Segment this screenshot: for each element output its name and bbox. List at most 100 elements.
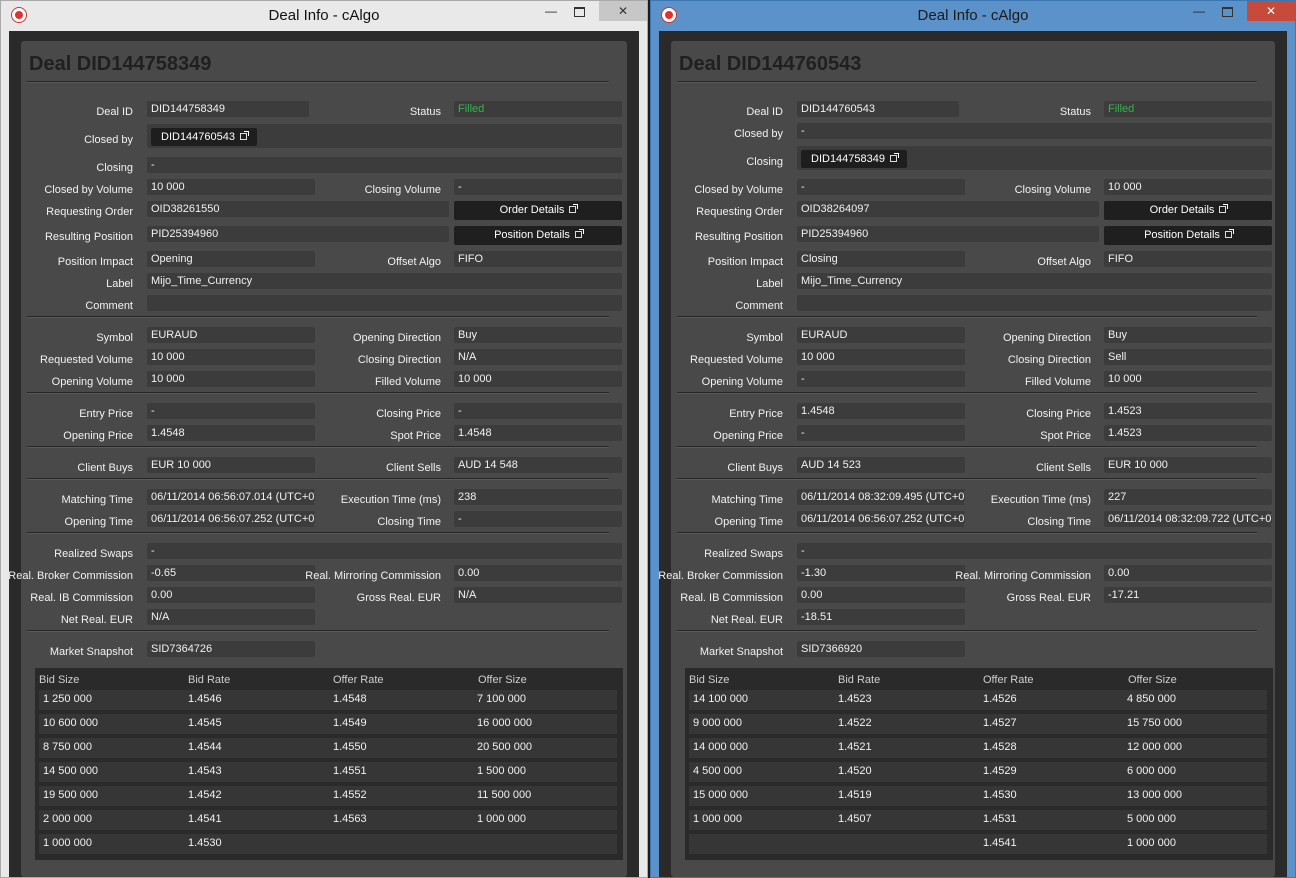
col-offer-size[interactable]: Offer Size xyxy=(478,674,527,686)
offer-rate-cell: 1.4528 xyxy=(983,741,1017,753)
table-row[interactable]: 1 250 000 1.4546 1.4548 7 100 000 xyxy=(39,690,617,710)
title-bar[interactable]: Deal Info - cAlgo — ✕ xyxy=(1,1,647,29)
offer-size-cell: 13 000 000 xyxy=(1127,789,1183,801)
table-row[interactable]: 2 000 000 1.4541 1.4563 1 000 000 xyxy=(39,810,617,830)
closing-deal-link[interactable]: DID144758349 xyxy=(801,150,908,168)
deal-id-field: DID144760543 xyxy=(797,101,959,117)
col-offer-rate[interactable]: Offer Rate xyxy=(983,674,1034,686)
closed-by-volume-label: Closed by Volume xyxy=(44,184,133,196)
col-bid-size[interactable]: Bid Size xyxy=(689,674,729,686)
position-details-label: Position Details xyxy=(494,229,570,241)
market-snapshot-field: SID7364726 xyxy=(147,641,315,657)
bid-rate-cell: 1.4521 xyxy=(838,741,872,753)
table-row[interactable]: 19 500 000 1.4542 1.4552 11 500 000 xyxy=(39,786,617,806)
table-row[interactable]: 14 000 000 1.4521 1.4528 12 000 000 xyxy=(689,738,1267,758)
order-details-button[interactable]: Order Details xyxy=(454,201,622,220)
comment-field xyxy=(797,295,1272,311)
table-row[interactable]: 8 750 000 1.4544 1.4550 20 500 000 xyxy=(39,738,617,758)
table-row[interactable]: 1.4541 1 000 000 xyxy=(689,834,1267,854)
opening-direction-label: Opening Direction xyxy=(1002,332,1091,344)
maximize-icon xyxy=(573,6,585,17)
col-bid-rate[interactable]: Bid Rate xyxy=(838,674,880,686)
col-bid-rate[interactable]: Bid Rate xyxy=(188,674,230,686)
closed-by-deal-link[interactable]: DID144760543 xyxy=(151,128,258,146)
client-buys-label: Client Buys xyxy=(77,462,133,474)
real-broker-commission-field: -0.65 xyxy=(147,565,315,581)
spot-price-label: Spot Price xyxy=(390,430,441,442)
market-snapshot-label: Market Snapshot xyxy=(49,646,133,658)
order-details-label: Order Details xyxy=(1149,204,1215,216)
real-mirroring-commission-label: Real. Mirroring Commission xyxy=(955,570,1091,582)
label-field: Mijo_Time_Currency xyxy=(147,273,622,289)
minimize-button[interactable]: — xyxy=(1185,1,1213,21)
client-buys-label: Client Buys xyxy=(727,462,783,474)
position-details-button[interactable]: Position Details xyxy=(1104,226,1272,245)
offer-size-cell: 11 500 000 xyxy=(477,789,532,801)
col-bid-size[interactable]: Bid Size xyxy=(39,674,79,686)
offer-rate-cell: 1.4552 xyxy=(333,789,367,801)
client-sells-label: Client Sells xyxy=(385,462,441,474)
realized-swaps-label: Realized Swaps xyxy=(54,548,133,560)
gross-real-eur-field: -17.21 xyxy=(1104,587,1272,603)
filled-volume-field: 10 000 xyxy=(1104,371,1272,387)
comment-label: Comment xyxy=(735,300,783,312)
maximize-button[interactable] xyxy=(1213,1,1241,21)
minimize-button[interactable]: — xyxy=(537,1,565,21)
opening-price-field: 1.4548 xyxy=(147,425,315,441)
real-broker-commission-label: Real. Broker Commission xyxy=(658,570,783,582)
bid-size-cell: 14 000 000 xyxy=(693,741,749,753)
client-sells-field: AUD 14 548 xyxy=(454,457,622,473)
opening-price-label: Opening Price xyxy=(63,430,133,442)
table-row[interactable]: 1 000 000 1.4507 1.4531 5 000 000 xyxy=(689,810,1267,830)
bid-size-cell: 4 500 000 xyxy=(693,765,742,777)
table-row[interactable]: 1 000 000 1.4530 xyxy=(39,834,617,854)
real-ib-commission-label: Real. IB Commission xyxy=(30,592,133,604)
divider xyxy=(677,316,1257,318)
window-body: Deal DID144758349 Deal ID DID144758349 S… xyxy=(8,31,639,877)
table-row[interactable]: 14 500 000 1.4543 1.4551 1 500 000 xyxy=(39,762,617,782)
closing-volume-field: 10 000 xyxy=(1104,179,1272,195)
title-bar[interactable]: Deal Info - cAlgo — ✕ xyxy=(651,1,1295,29)
order-details-button[interactable]: Order Details xyxy=(1104,201,1272,220)
closed-by-value: DID144760543 xyxy=(161,131,236,143)
offer-rate-cell: 1.4551 xyxy=(333,765,367,777)
bid-rate-cell: 1.4544 xyxy=(188,741,222,753)
divider xyxy=(27,478,609,480)
client-sells-field: EUR 10 000 xyxy=(1104,457,1272,473)
closed-by-volume-field: - xyxy=(797,179,965,195)
position-details-button[interactable]: Position Details xyxy=(454,226,622,245)
spot-price-field: 1.4548 xyxy=(454,425,622,441)
close-button[interactable]: ✕ xyxy=(1247,1,1295,21)
table-row[interactable]: 15 000 000 1.4519 1.4530 13 000 000 xyxy=(689,786,1267,806)
closing-direction-label: Closing Direction xyxy=(1007,354,1091,366)
closing-field: - xyxy=(147,157,622,173)
offer-rate-cell: 1.4527 xyxy=(983,717,1017,729)
bid-rate-cell: 1.4541 xyxy=(188,813,222,825)
matching-time-field: 06/11/2014 08:32:09.495 (UTC+0) xyxy=(797,489,965,505)
offer-rate-cell: 1.4549 xyxy=(333,717,367,729)
col-offer-size[interactable]: Offer Size xyxy=(1128,674,1177,686)
offer-size-cell: 1 000 000 xyxy=(1127,837,1176,849)
opening-volume-label: Opening Volume xyxy=(701,376,783,388)
table-row[interactable]: 9 000 000 1.4522 1.4527 15 750 000 xyxy=(689,714,1267,734)
execution-time-field: 227 xyxy=(1104,489,1272,505)
maximize-button[interactable] xyxy=(565,1,593,21)
execution-time-label: Execution Time (ms) xyxy=(990,494,1091,506)
offer-size-cell: 5 000 000 xyxy=(1127,813,1176,825)
close-button[interactable]: ✕ xyxy=(599,1,647,21)
realized-swaps-field: - xyxy=(147,543,622,559)
table-row[interactable]: 4 500 000 1.4520 1.4529 6 000 000 xyxy=(689,762,1267,782)
bid-rate-cell: 1.4522 xyxy=(838,717,872,729)
divider xyxy=(677,392,1257,394)
offer-size-cell: 15 750 000 xyxy=(1127,717,1183,729)
table-row[interactable]: 14 100 000 1.4523 1.4526 4 850 000 xyxy=(689,690,1267,710)
net-real-eur-field: N/A xyxy=(147,609,315,625)
requesting-order-field: OID38264097 xyxy=(797,201,1099,217)
market-snapshot-field: SID7366920 xyxy=(797,641,965,657)
opening-time-field: 06/11/2014 06:56:07.252 (UTC+0) xyxy=(147,511,315,527)
col-offer-rate[interactable]: Offer Rate xyxy=(333,674,384,686)
table-row[interactable]: 10 600 000 1.4545 1.4549 16 000 000 xyxy=(39,714,617,734)
requested-volume-label: Requested Volume xyxy=(690,354,783,366)
deal-title: Deal DID144758349 xyxy=(29,53,212,75)
divider xyxy=(27,392,609,394)
